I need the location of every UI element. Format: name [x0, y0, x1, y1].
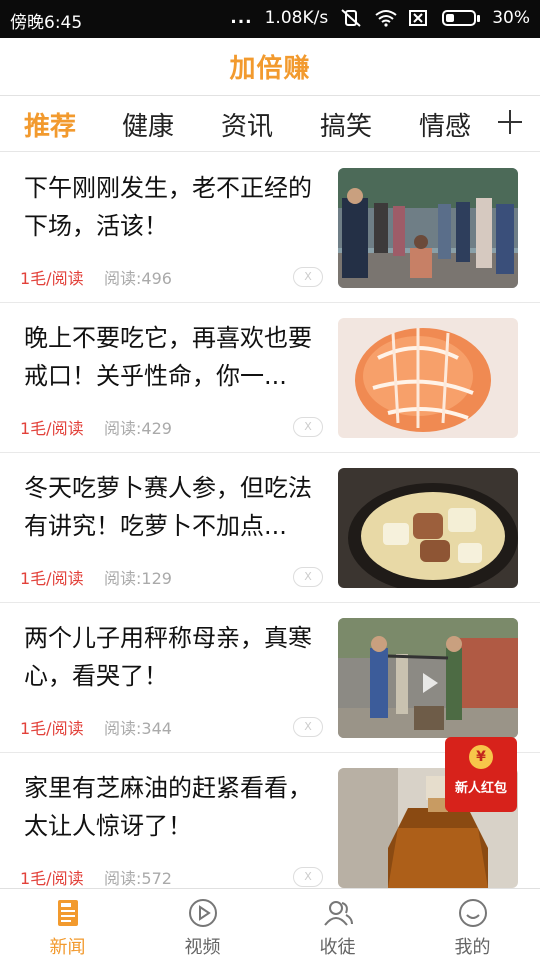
category-tabs: 推荐 健康 资讯 搞笑 情感	[0, 96, 540, 152]
article-title[interactable]: 晚上不要吃它，再喜欢也要戒口！关乎性命，你一...	[24, 319, 329, 395]
dismiss-button[interactable]: X	[293, 867, 323, 887]
article-thumbnail[interactable]	[338, 618, 518, 738]
nav-news-label: 新闻	[49, 937, 86, 958]
nav-video-label: 视频	[184, 937, 221, 958]
red-packet-label: 新人红包	[454, 781, 507, 796]
tab-news[interactable]: 资讯	[221, 106, 273, 143]
article-thumbnail[interactable]	[338, 468, 518, 588]
article-reads: 阅读:572	[104, 869, 172, 888]
article-reward: 1毛/阅读	[20, 269, 84, 288]
dismiss-button[interactable]: X	[293, 567, 323, 587]
article-reward: 1毛/阅读	[20, 719, 84, 738]
play-icon	[187, 897, 219, 929]
article-title[interactable]: 两个儿子用秤称母亲，真寒心，看哭了！	[24, 619, 329, 695]
wifi-icon	[374, 9, 397, 27]
people-icon	[322, 897, 354, 929]
nav-apprentice[interactable]: 收徒	[270, 889, 405, 960]
news-icon	[52, 897, 84, 929]
dismiss-button[interactable]: X	[293, 717, 323, 737]
article-item[interactable]: 晚上不要吃它，再喜欢也要戒口！关乎性命，你一... 1毛/阅读 阅读:429 X	[0, 303, 540, 453]
status-bar: 傍晚6:45 ... 1.08K/s 30%	[0, 0, 540, 38]
tab-funny[interactable]: 搞笑	[320, 106, 372, 143]
article-item[interactable]: 下午刚刚发生，老不正经的下场，活该！ 1毛/阅读 阅读:496 X	[0, 153, 540, 303]
smiley-icon	[457, 897, 489, 929]
battery-percent: 30%	[492, 8, 530, 28]
article-title[interactable]: 下午刚刚发生，老不正经的下场，活该！	[24, 169, 329, 245]
article-thumbnail[interactable]	[338, 168, 518, 288]
article-thumbnail[interactable]	[338, 318, 518, 438]
vibrate-off-icon	[340, 9, 362, 27]
nav-news[interactable]: 新闻	[0, 889, 135, 960]
status-dots: ...	[230, 8, 253, 28]
status-time: 傍晚6:45	[10, 13, 83, 33]
bottom-nav: 新闻 视频 收徒 我的	[0, 888, 540, 960]
article-reward: 1毛/阅读	[20, 419, 84, 438]
app-title: 加倍赚	[229, 54, 311, 84]
nav-mine[interactable]: 我的	[405, 889, 540, 960]
article-reads: 阅读:496	[104, 269, 172, 288]
article-reads: 阅读:429	[104, 419, 172, 438]
article-title[interactable]: 冬天吃萝卜赛人参，但吃法有讲究！吃萝卜不加点...	[24, 469, 329, 545]
dismiss-button[interactable]: X	[293, 267, 323, 287]
nav-apprentice-label: 收徒	[319, 937, 356, 958]
article-reads: 阅读:344	[104, 719, 172, 738]
battery-icon	[442, 10, 481, 26]
article-item[interactable]: 两个儿子用秤称母亲，真寒心，看哭了！ 1毛/阅读 阅读:344 X	[0, 603, 540, 753]
tab-health[interactable]: 健康	[122, 106, 174, 143]
new-user-red-packet[interactable]: ¥ 新人红包	[445, 737, 517, 812]
article-title[interactable]: 家里有芝麻油的赶紧看看，太让人惊讶了！	[24, 769, 329, 845]
no-sim-icon	[408, 9, 430, 27]
plus-icon[interactable]	[498, 110, 522, 134]
nav-video[interactable]: 视频	[135, 889, 270, 960]
article-item[interactable]: 冬天吃萝卜赛人参，但吃法有讲究！吃萝卜不加点... 1毛/阅读 阅读:129 X	[0, 453, 540, 603]
tab-emotion[interactable]: 情感	[419, 106, 471, 143]
coin-icon: ¥	[469, 745, 493, 769]
article-reward: 1毛/阅读	[20, 569, 84, 588]
tab-recommend[interactable]: 推荐	[24, 106, 76, 143]
article-reward: 1毛/阅读	[20, 869, 84, 888]
nav-mine-label: 我的	[454, 937, 491, 958]
dismiss-button[interactable]: X	[293, 417, 323, 437]
article-reads: 阅读:129	[104, 569, 172, 588]
app-header: 加倍赚	[0, 38, 540, 96]
network-speed: 1.08K/s	[264, 8, 329, 28]
